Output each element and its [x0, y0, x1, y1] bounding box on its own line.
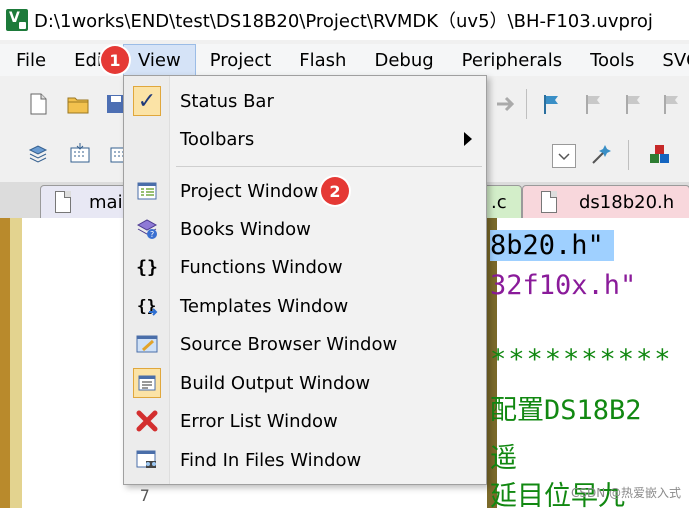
line-number: 7: [140, 486, 150, 505]
view-menu-dropdown: ✓ Status Bar Toolbars Project Window ? B…: [123, 75, 487, 485]
project-window-icon: [137, 182, 157, 200]
menu-item-find-in-files-window[interactable]: Find In Files Window: [124, 441, 486, 479]
menu-item-source-browser-window[interactable]: Source Browser Window: [124, 325, 486, 363]
functions-icon: {}: [136, 256, 158, 278]
menu-debug[interactable]: Debug: [360, 44, 447, 76]
source-browser-icon: [136, 335, 158, 353]
options-for-target-icon[interactable]: [590, 142, 614, 166]
toolbar-separator: [526, 89, 527, 119]
code-line: 配置DS18B2: [490, 395, 642, 426]
step-1-badge: 1: [101, 46, 129, 74]
code-line: 32f10x.h": [490, 270, 637, 301]
submenu-arrow-icon: [464, 132, 472, 146]
title-bar: D:\1works\END\test\DS18B20\Project\RVMDK…: [0, 0, 689, 40]
menu-item-build-output-window[interactable]: Build Output Window: [124, 364, 486, 402]
clear-bookmarks-icon[interactable]: [660, 92, 684, 116]
menu-separator: [176, 166, 482, 167]
find-in-files-icon: [136, 450, 156, 468]
error-list-icon: [136, 410, 158, 432]
menu-peripherals[interactable]: Peripherals: [448, 44, 576, 76]
menu-item-toolbars[interactable]: Toolbars: [124, 120, 486, 158]
tab-label: ds18b20.h: [579, 191, 675, 213]
editor-gutter-inner: [10, 218, 22, 508]
menu-item-status-bar[interactable]: ✓ Status Bar: [124, 82, 486, 120]
file-icon: [55, 191, 71, 213]
next-bookmark-icon[interactable]: [622, 92, 646, 116]
menu-item-books-window[interactable]: ? Books Window: [124, 210, 486, 248]
menu-file[interactable]: File: [0, 44, 60, 76]
code-line: **********: [490, 344, 673, 375]
editor-gutter: [0, 218, 10, 508]
navigate-forward-icon[interactable]: [494, 92, 518, 116]
menu-item-error-list-window[interactable]: Error List Window: [124, 402, 486, 440]
keil-app-icon: [6, 9, 28, 31]
open-folder-icon[interactable]: [66, 92, 90, 116]
rebuild-icon[interactable]: [68, 142, 92, 166]
code-line: 遥: [490, 443, 517, 474]
file-icon: [541, 191, 557, 213]
menu-item-templates-window[interactable]: {} Templates Window: [124, 287, 486, 325]
watermark: CSDN @热爱嵌入式: [571, 486, 682, 500]
menu-project[interactable]: Project: [196, 44, 286, 76]
menu-svc[interactable]: SVC: [648, 44, 689, 76]
tab-label: mai: [89, 191, 123, 213]
step-2-badge: 2: [321, 177, 349, 205]
chevron-down-icon: [558, 153, 570, 161]
bookmark-flag-icon[interactable]: [540, 92, 564, 116]
prev-bookmark-icon[interactable]: [582, 92, 606, 116]
checkmark-icon: ✓: [133, 86, 161, 116]
menu-view[interactable]: View: [122, 44, 196, 76]
build-output-icon: [133, 368, 161, 398]
svg-text:?: ?: [150, 230, 154, 239]
templates-icon: {}: [137, 296, 158, 316]
manage-components-icon[interactable]: [648, 142, 672, 166]
books-icon: ?: [136, 219, 158, 239]
menu-flash[interactable]: Flash: [285, 44, 360, 76]
menu-item-project-window[interactable]: Project Window: [124, 172, 486, 210]
tab-ds18b20-h[interactable]: ds18b20.h: [522, 185, 689, 218]
target-select-dropdown[interactable]: [552, 144, 576, 168]
toolbar-separator-2: [628, 140, 629, 170]
tab-label: .c: [491, 191, 507, 213]
code-line: 8b20.h": [490, 230, 614, 261]
menu-tools[interactable]: Tools: [576, 44, 648, 76]
new-file-icon[interactable]: [26, 92, 50, 116]
window-title: D:\1works\END\test\DS18B20\Project\RVMDK…: [34, 11, 653, 32]
menu-item-functions-window[interactable]: {} Functions Window: [124, 248, 486, 286]
build-target-icon[interactable]: [26, 142, 50, 166]
